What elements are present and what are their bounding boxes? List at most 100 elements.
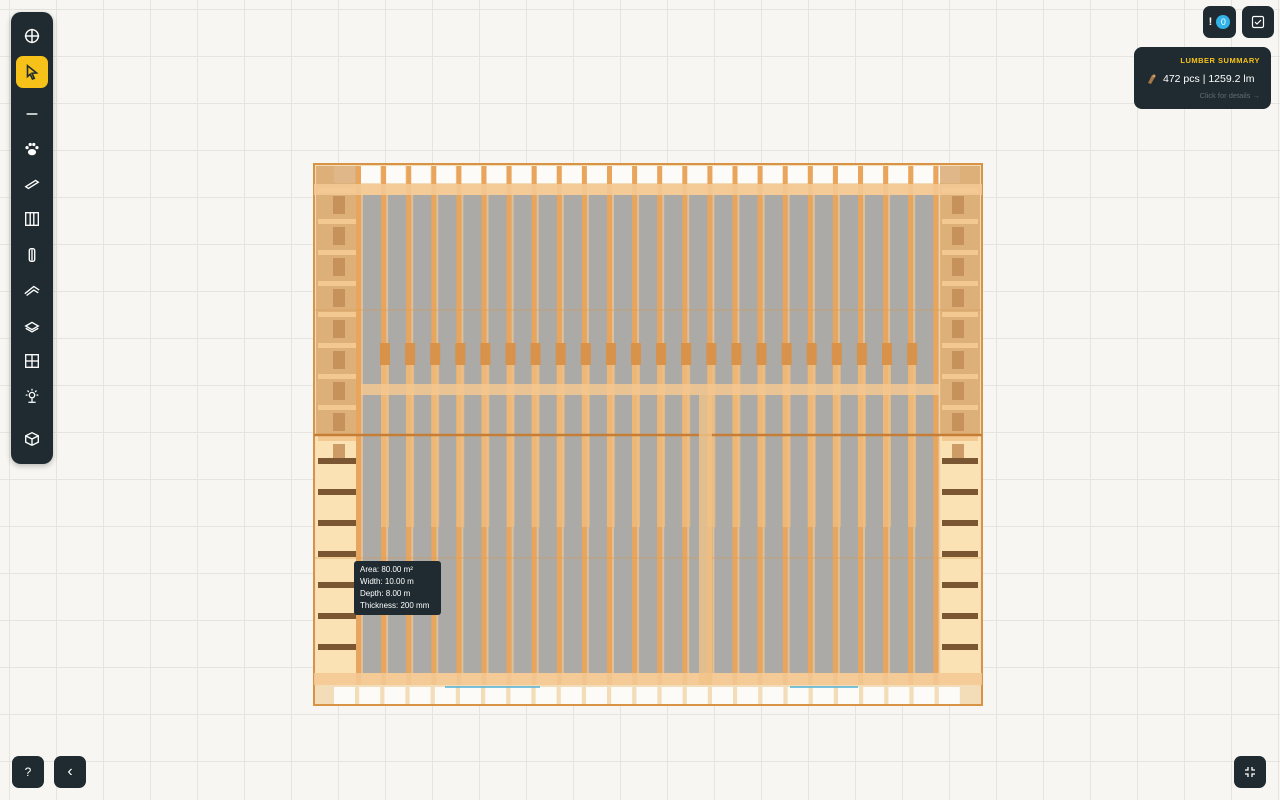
- right-nogging: [942, 436, 978, 441]
- roof-tool-button[interactable]: [16, 275, 48, 307]
- right-stud: [952, 320, 964, 338]
- bottom-pocket: [334, 687, 355, 704]
- checklist-button[interactable]: [1242, 6, 1274, 38]
- bottom-pocket: [636, 687, 658, 704]
- bottom-pocket: [938, 687, 960, 704]
- left-stud: [333, 196, 345, 214]
- left-stud: [333, 227, 345, 245]
- light-tool-button[interactable]: [16, 380, 48, 412]
- lumber-details-link[interactable]: Click for details →: [1200, 91, 1260, 100]
- top-pocket: [560, 166, 582, 183]
- paw-tool-button[interactable]: [16, 133, 48, 165]
- bottom-pocket: [485, 687, 507, 704]
- top-pocket: [485, 166, 507, 183]
- left-nogging: [318, 374, 358, 379]
- post-tool-button[interactable]: [16, 239, 48, 271]
- right-nogging: [942, 312, 978, 317]
- blocking: [380, 343, 390, 365]
- top-pocket: [384, 166, 406, 183]
- top-pocket: [838, 166, 859, 183]
- beam-tool-button[interactable]: [16, 168, 48, 200]
- top-pocket: [535, 166, 557, 183]
- window-tool-button[interactable]: [16, 345, 48, 377]
- left-stud: [333, 258, 345, 276]
- floor-tool-button[interactable]: [16, 310, 48, 342]
- roof-icon: [24, 285, 40, 297]
- top-rim-board: [314, 184, 982, 195]
- line-tool-button[interactable]: [16, 98, 48, 130]
- top-pocket: [863, 166, 885, 183]
- right-nogging: [942, 250, 978, 255]
- right-nogging: [942, 343, 978, 348]
- right-plate: [942, 458, 978, 464]
- right-stud: [952, 227, 964, 245]
- bottom-pocket: [611, 687, 633, 704]
- blocking: [831, 343, 842, 365]
- help-button[interactable]: ?: [12, 756, 44, 788]
- left-plate: [318, 458, 358, 464]
- wall-tool-button[interactable]: [16, 203, 48, 235]
- left-plate: [318, 551, 358, 557]
- blocking: [480, 343, 491, 365]
- left-stud: [333, 413, 345, 431]
- select-tool-button[interactable]: [16, 56, 48, 88]
- top-pocket: [359, 166, 381, 183]
- tooltip-area: Area: 80.00 m²: [360, 565, 413, 574]
- center-joist: [699, 395, 712, 685]
- blocking: [580, 343, 591, 365]
- right-nogging: [942, 219, 978, 224]
- blocking: [430, 343, 441, 365]
- tooltip-depth: Depth: 8.00 m: [360, 589, 411, 598]
- line-icon: [26, 113, 38, 115]
- paw-icon: [25, 142, 39, 156]
- bottom-pocket: [661, 687, 683, 704]
- lumber-summary-panel[interactable]: LUMBER SUMMARY 472 pcs | 1259.2 lm Click…: [1134, 47, 1271, 109]
- left-nogging: [318, 343, 358, 348]
- checkbox-icon: [1251, 15, 1265, 29]
- blocking: [681, 343, 692, 365]
- 3d-view-tool-button[interactable]: [16, 423, 48, 455]
- 3d-view-icon: [25, 431, 39, 447]
- left-plate: [318, 582, 358, 588]
- top-pocket: [510, 166, 532, 183]
- lumber-icon: [1148, 74, 1156, 84]
- left-nogging: [318, 405, 358, 410]
- light-icon: [25, 388, 39, 403]
- bottom-pocket: [686, 687, 708, 704]
- blocking: [631, 343, 641, 365]
- top-pocket: [787, 166, 809, 183]
- bottom-pocket: [560, 687, 582, 704]
- left-nogging: [318, 250, 358, 255]
- top-pocket: [762, 166, 784, 183]
- right-stud: [952, 258, 964, 276]
- left-nogging: [318, 281, 358, 286]
- bottom-pocket: [863, 687, 885, 704]
- framing-plan[interactable]: [0, 0, 1280, 800]
- right-plate: [942, 520, 978, 526]
- left-nogging: [318, 312, 358, 317]
- exit-fullscreen-button[interactable]: [1234, 756, 1266, 788]
- right-stud: [952, 351, 964, 369]
- tooltip-thickness: Thickness: 200 mm: [360, 601, 430, 610]
- blocking: [856, 343, 867, 365]
- window-icon: [25, 354, 39, 368]
- bottom-pocket: [913, 687, 935, 704]
- bottom-pocket: [787, 687, 809, 704]
- alerts-button[interactable]: ! 0: [1203, 6, 1236, 38]
- top-pocket: [661, 166, 683, 183]
- left-plate: [318, 613, 358, 619]
- blocking: [656, 343, 667, 365]
- blocking: [806, 343, 817, 365]
- collapse-button[interactable]: ‹: [54, 756, 86, 788]
- left-stud: [333, 351, 345, 369]
- top-pocket: [913, 166, 935, 183]
- bottom-pocket: [384, 687, 406, 704]
- pan-tool-button[interactable]: [16, 20, 48, 52]
- post-icon: [28, 248, 36, 262]
- blocking: [907, 343, 918, 365]
- left-stud: [333, 320, 345, 338]
- top-pocket: [611, 166, 633, 183]
- top-pocket: [888, 166, 910, 183]
- left-nogging: [318, 436, 358, 441]
- left-toolbar: [11, 12, 53, 464]
